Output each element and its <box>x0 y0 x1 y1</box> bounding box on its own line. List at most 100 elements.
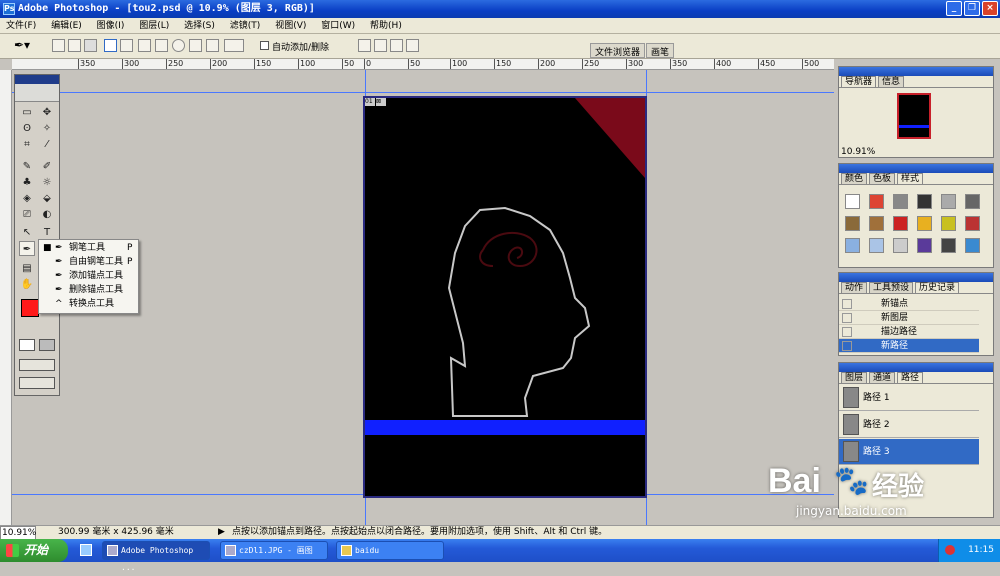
path-intersect-icon[interactable] <box>390 39 403 52</box>
menu-item-edit[interactable]: 编辑(E) <box>45 18 88 34</box>
style-swatch[interactable] <box>869 194 884 209</box>
style-swatch[interactable] <box>965 216 980 231</box>
toolbox-title-bar[interactable] <box>15 75 59 84</box>
dodge-tool-icon[interactable]: ◐ <box>39 207 55 222</box>
paths-mode-icon[interactable] <box>68 39 81 52</box>
path-subtract-icon[interactable] <box>374 39 387 52</box>
clone-stamp-tool-icon[interactable]: ♣ <box>19 175 35 190</box>
flyout-item-convert-point[interactable]: ^ 转换点工具 <box>39 298 138 311</box>
history-item[interactable]: 新锚点 <box>839 297 979 311</box>
ellipse-shape-icon[interactable] <box>172 39 185 52</box>
hand-tool-icon[interactable]: ✋ <box>19 277 35 292</box>
history-item[interactable]: 新图层 <box>839 311 979 325</box>
history-brush-tool-icon[interactable]: ☼ <box>39 175 55 190</box>
slice-tool-icon[interactable]: ⁄ <box>39 137 55 152</box>
menu-item-select[interactable]: 选择(S) <box>178 18 221 34</box>
crop-tool-icon[interactable]: ⌗ <box>19 137 35 152</box>
style-swatch[interactable] <box>917 216 932 231</box>
pen-tool-icon[interactable]: ✒ <box>19 241 35 256</box>
polygon-shape-icon[interactable] <box>189 39 202 52</box>
menu-item-file[interactable]: 文件(F) <box>0 18 42 34</box>
paint-bucket-tool-icon[interactable]: ⬙ <box>39 191 55 206</box>
menu-item-image[interactable]: 图像(I) <box>91 18 131 34</box>
screen-mode-icons[interactable] <box>19 359 55 371</box>
minimize-button[interactable]: _ <box>946 1 962 16</box>
history-item-active[interactable]: 新路径 <box>839 339 979 353</box>
notes-tool-icon[interactable]: ▤ <box>19 261 35 276</box>
panel-title-bar[interactable] <box>839 363 993 372</box>
jump-to-imageready-icon[interactable] <box>19 377 55 389</box>
status-doc-size[interactable]: 300.99 毫米 x 425.96 毫米 <box>58 526 174 539</box>
tab-history[interactable]: 历史记录 <box>915 282 960 293</box>
navigator-zoom-value[interactable]: 10.91% <box>841 147 875 157</box>
type-tool-icon[interactable]: T <box>39 225 55 240</box>
taskbar-item-baidu[interactable]: baidu <box>336 541 444 560</box>
menu-item-filter[interactable]: 滤镜(T) <box>224 18 267 34</box>
foreground-color-swatch[interactable] <box>21 299 39 317</box>
guide-horizontal[interactable] <box>12 92 834 93</box>
status-arrow-icon[interactable]: ▶ <box>218 526 225 539</box>
shape-layers-icon[interactable] <box>52 39 65 52</box>
style-swatch[interactable] <box>917 238 932 253</box>
flyout-item-freeform-pen[interactable]: ✒ 自由钢笔工具 P <box>39 256 138 269</box>
style-swatch[interactable] <box>845 216 860 231</box>
style-swatch[interactable] <box>917 194 932 209</box>
tab-swatches[interactable]: 色板 <box>869 173 896 184</box>
navigator-thumbnail[interactable] <box>897 93 931 139</box>
tab-paths[interactable]: 路径 <box>897 372 924 383</box>
style-swatch[interactable] <box>941 238 956 253</box>
flyout-item-add-anchor[interactable]: ✒ 添加锚点工具 <box>39 270 138 283</box>
healing-brush-tool-icon[interactable]: ✎ <box>19 159 35 174</box>
style-swatch[interactable] <box>965 238 980 253</box>
menu-item-window[interactable]: 窗口(W) <box>315 18 361 34</box>
menu-item-view[interactable]: 视图(V) <box>269 18 312 34</box>
rectangle-shape-icon[interactable] <box>138 39 151 52</box>
flyout-item-delete-anchor[interactable]: ✒ 删除锚点工具 <box>39 284 138 297</box>
style-swatch[interactable] <box>845 238 860 253</box>
taskbar-item-paint[interactable]: czDl1.JPG - 画图 <box>220 541 328 560</box>
eraser-tool-icon[interactable]: ◈ <box>19 191 35 206</box>
tab-styles[interactable]: 样式 <box>897 173 924 184</box>
panel-title-bar[interactable] <box>839 67 993 76</box>
pen-option-icon[interactable] <box>104 39 117 52</box>
title-bar[interactable]: Ps Adobe Photoshop - [tou2.psd @ 10.9% (… <box>0 0 1000 18</box>
line-shape-icon[interactable] <box>206 39 219 52</box>
panel-title-bar[interactable] <box>839 273 993 282</box>
close-button[interactable]: × <box>982 1 998 16</box>
start-button[interactable]: 开始 <box>0 539 68 562</box>
path-row[interactable]: 路径 2 <box>839 412 979 438</box>
menu-item-help[interactable]: 帮助(H) <box>364 18 408 34</box>
style-swatch[interactable] <box>869 216 884 231</box>
custom-shape-icon[interactable] <box>224 39 244 52</box>
brush-tool-icon[interactable]: ✐ <box>39 159 55 174</box>
tab-info[interactable]: 信息 <box>878 76 905 87</box>
tab-brushes[interactable]: 画笔 <box>646 43 675 58</box>
tab-file-browser[interactable]: 文件浏览器 <box>590 43 646 58</box>
pen-tool-preset-icon[interactable]: ✒▾ <box>14 38 30 52</box>
tab-tool-presets[interactable]: 工具预设 <box>869 282 914 293</box>
tab-navigator[interactable]: 导航器 <box>841 76 877 87</box>
style-swatch[interactable] <box>893 194 908 209</box>
tab-channels[interactable]: 通道 <box>869 372 896 383</box>
freeform-pen-option-icon[interactable] <box>120 39 133 52</box>
rounded-rectangle-shape-icon[interactable] <box>155 39 168 52</box>
lasso-tool-icon[interactable]: ʘ <box>19 121 35 136</box>
style-swatch[interactable] <box>941 216 956 231</box>
taskbar-item-photoshop[interactable]: Adobe Photoshop ... <box>102 541 210 572</box>
path-row[interactable]: 路径 1 <box>839 385 979 411</box>
path-selection-tool-icon[interactable]: ↖ <box>19 225 35 240</box>
tab-layers[interactable]: 图层 <box>841 372 868 383</box>
blur-tool-icon[interactable]: ⎚ <box>19 207 35 222</box>
auto-add-delete-checkbox[interactable] <box>260 41 269 50</box>
magic-wand-tool-icon[interactable]: ✧ <box>39 121 55 136</box>
tab-color[interactable]: 颜色 <box>841 173 868 184</box>
quick-mask-icon[interactable] <box>39 339 55 351</box>
clock[interactable]: 11:15 <box>968 545 994 555</box>
path-exclude-icon[interactable] <box>406 39 419 52</box>
style-swatch[interactable] <box>869 238 884 253</box>
style-swatch[interactable] <box>893 216 908 231</box>
style-swatch[interactable] <box>941 194 956 209</box>
marquee-tool-icon[interactable]: ▭ <box>19 105 35 120</box>
standard-mode-icon[interactable] <box>19 339 35 351</box>
document-canvas[interactable]: 01 ⊠ <box>363 96 647 498</box>
